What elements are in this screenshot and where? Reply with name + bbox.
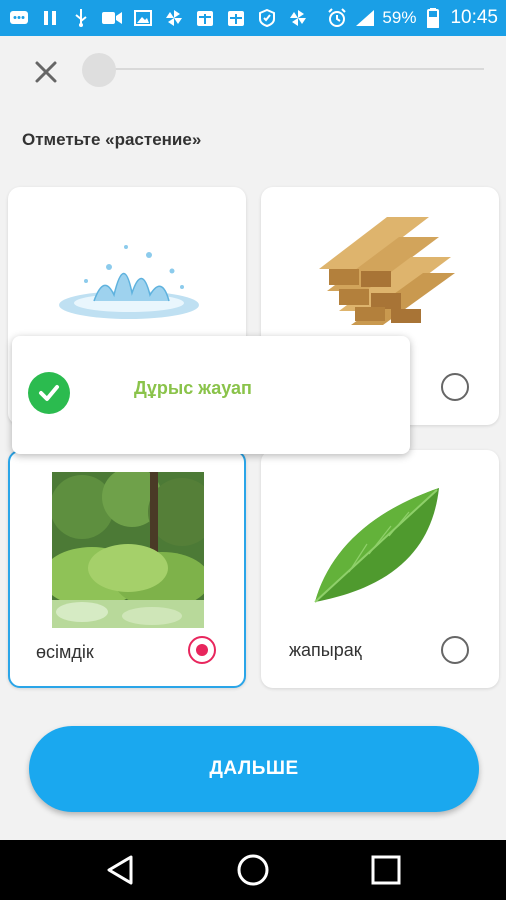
question-prompt: Отметьте «растение» [22,130,202,149]
back-button[interactable] [98,848,142,892]
water-splash-image [59,245,199,319]
close-button[interactable] [30,56,62,88]
video-icon [101,9,123,27]
plants-image [52,472,204,628]
alarm-icon [326,8,348,27]
messages-icon [8,9,30,27]
pinwheel-icon [287,9,309,27]
clock: 10:45 [450,7,498,28]
option-radio-plants[interactable] [188,636,216,664]
option-card-plants[interactable]: өсімдік [8,450,246,688]
recents-square-icon [371,855,401,885]
progress-knob [82,53,116,87]
notification-icons [8,9,309,27]
pause-icon [39,9,61,27]
shield-icon [256,9,278,27]
signal-icon [354,9,376,27]
home-button[interactable] [231,848,275,892]
home-circle-icon [237,854,269,886]
leaf-image [314,488,439,603]
option-card-leaf[interactable]: жапырақ [261,450,499,688]
option-label-plants: өсімдік [36,642,94,662]
option-radio-leaf[interactable] [441,636,469,664]
pinwheel-icon [163,9,185,27]
back-triangle-icon [107,855,133,885]
option-label-leaf: жапырақ [289,640,362,660]
battery-percent: 59% [382,8,417,27]
status-bar: 59% 10:45 [0,0,506,36]
battery-icon [422,8,444,28]
close-icon [35,61,57,83]
lesson-progress-bar [84,68,484,70]
calendar-icon [194,9,216,27]
system-status: 59% 10:45 [326,7,498,29]
image-icon [132,9,154,27]
option-radio-wood[interactable] [441,373,469,401]
usb-icon [70,9,92,27]
recents-button[interactable] [364,848,408,892]
navigation-bar [0,840,506,900]
calendar-icon [225,9,247,27]
feedback-text: Дұрыс жауап [134,378,252,398]
next-button[interactable]: ДАЛЬШЕ [29,726,479,812]
check-icon [28,372,70,414]
wood-planks-image [319,217,455,325]
